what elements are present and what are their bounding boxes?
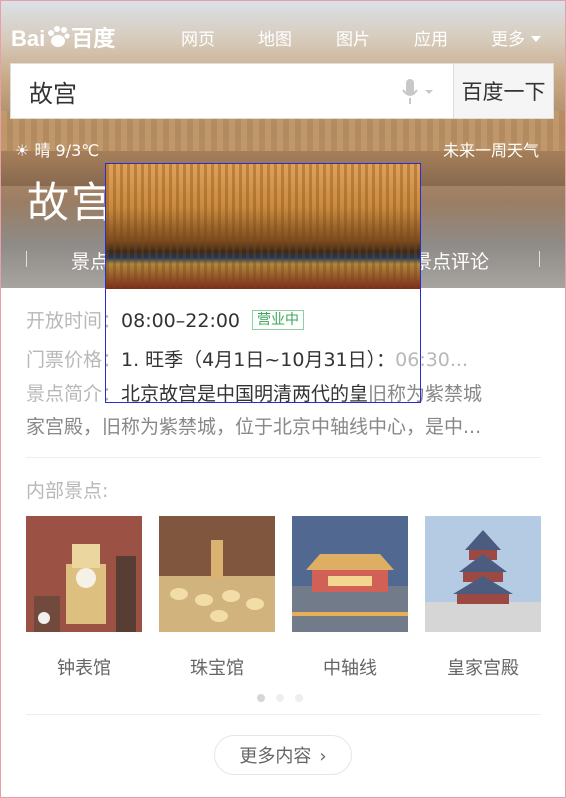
page-frame: Bai 百度 网页 地图 图片 应用 更多 百度一下 ☀ 晴 9/3℃ 未来一周天…	[0, 0, 566, 798]
intro-label: 景点简介：	[26, 383, 122, 405]
nav-item-apps[interactable]: 应用	[414, 25, 448, 50]
chevron-right-icon: ›	[319, 746, 327, 767]
tab-divider	[26, 251, 27, 267]
top-nav: Bai 百度 网页 地图 图片 应用 更多	[1, 17, 565, 57]
hero-tabs: 景点地图 在线购票 景点评论	[1, 245, 565, 277]
baidu-logo[interactable]: Bai 百度	[11, 21, 115, 53]
tab-map[interactable]: 景点地图	[71, 247, 147, 274]
pager-dot[interactable]	[257, 694, 265, 702]
spot-label: 中轴线	[323, 658, 377, 679]
hero-title: 故宫	[27, 178, 116, 227]
weather-text: 晴 9/3℃	[34, 141, 100, 160]
more-content-label: 更多内容	[239, 746, 312, 767]
paw-icon	[48, 26, 70, 47]
hours-value: 08:00–22:00	[121, 310, 241, 332]
tab-reviews[interactable]: 景点评论	[413, 247, 489, 274]
central-axis-image	[292, 516, 408, 632]
spots-carousel: 钟表馆 珠宝馆 中轴线 皇家宫殿	[26, 516, 541, 679]
more-content-button[interactable]: 更多内容 ›	[214, 735, 352, 775]
hours-row: 开放时间：08:00–22:00 营业中	[26, 306, 305, 333]
hours-label: 开放时间：	[26, 310, 122, 332]
intro-text-rest: 旧称为紫禁城	[368, 383, 483, 405]
pager-dot[interactable]	[295, 694, 303, 702]
weather-summary: ☀ 晴 9/3℃	[15, 137, 99, 161]
spot-label: 钟表馆	[57, 658, 111, 679]
ticket-more: 06:30...	[395, 349, 469, 371]
hero-banner: Bai 百度 网页 地图 图片 应用 更多 百度一下 ☀ 晴 9/3℃ 未来一周天…	[1, 1, 565, 288]
spot-card-axis[interactable]: 中轴线	[292, 516, 408, 680]
tab-tickets[interactable]: 在线购票	[242, 247, 318, 274]
microphone-icon[interactable]	[401, 78, 437, 106]
sun-icon: ☀	[15, 141, 30, 160]
weather-forecast-link[interactable]: 未来一周天气	[443, 137, 539, 161]
divider	[26, 714, 541, 715]
spot-card-clock[interactable]: 钟表馆	[26, 516, 142, 680]
spots-title: 内部景点:	[26, 480, 109, 502]
intro-text-line2: 家宫殿，旧称为紫禁城，位于北京中轴线中心，是中...	[26, 416, 482, 438]
clock-museum-image	[26, 516, 142, 632]
nav-item-map[interactable]: 地图	[258, 25, 292, 50]
logo-text: Bai	[11, 26, 46, 51]
tab-divider	[539, 251, 540, 267]
intro-text-highlight: 北京故宫是中国明清两代的皇	[121, 383, 369, 405]
divider	[26, 457, 541, 458]
carousel-pager	[257, 687, 314, 706]
nav-item-images[interactable]: 图片	[336, 25, 370, 50]
pager-dot[interactable]	[276, 694, 284, 702]
search-input[interactable]	[11, 64, 451, 118]
search-bar: 百度一下	[10, 63, 554, 119]
spot-label: 珠宝馆	[190, 658, 244, 679]
tab-divider	[197, 251, 198, 267]
spot-label: 皇家宫殿	[447, 658, 519, 679]
treasure-museum-image	[159, 516, 275, 632]
search-button[interactable]: 百度一下	[453, 64, 553, 118]
nav-item-web[interactable]: 网页	[181, 25, 215, 50]
intro-row[interactable]: 景点简介：北京故宫是中国明清两代的皇旧称为紫禁城 家宫殿，旧称为紫禁城，位于北京…	[26, 378, 482, 444]
royal-palace-image	[425, 516, 541, 632]
ticket-value: 1. 旺季（4月1日~10月31日）：	[121, 349, 396, 371]
ticket-label: 门票价格：	[26, 349, 122, 371]
logo-cn: 百度	[71, 26, 116, 51]
ticket-row[interactable]: 门票价格：1. 旺季（4月1日~10月31日）：06:30...	[26, 345, 468, 372]
tab-divider	[368, 251, 369, 267]
nav-item-more[interactable]: 更多	[491, 25, 541, 50]
spot-card-treasure[interactable]: 珠宝馆	[159, 516, 275, 680]
status-badge: 营业中	[252, 310, 305, 330]
spot-card-palace[interactable]: 皇家宫殿	[425, 516, 541, 680]
